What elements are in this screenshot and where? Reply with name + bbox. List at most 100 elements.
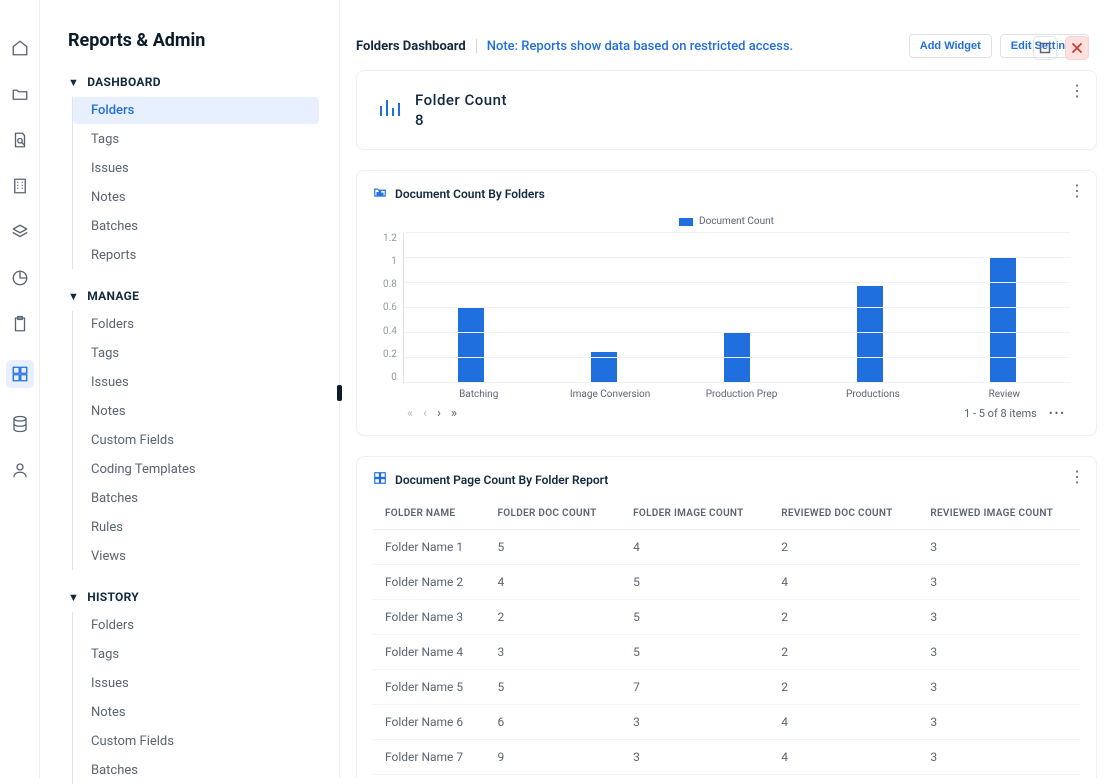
sidebar-item-folders[interactable]: Folders [73, 311, 319, 338]
table-cell: 4 [769, 565, 918, 600]
table-cell: 7 [621, 670, 769, 705]
sidebar-item-coding-templates[interactable]: Coding Templates [73, 456, 319, 483]
table-cell: 2 [769, 670, 918, 705]
sidebar-item-batches[interactable]: Batches [73, 213, 319, 240]
sidebar-item-notes[interactable]: Notes [73, 699, 319, 726]
x-tick: Production Prep [676, 389, 807, 400]
table-row[interactable]: Folder Name 841123 [373, 775, 1080, 779]
sidebar-item-views[interactable]: Views [73, 543, 319, 570]
chart-y-axis: 1.210.80.60.40.20 [383, 233, 403, 383]
table-cell: 9 [486, 740, 622, 775]
user-icon[interactable] [10, 460, 30, 480]
chart-legend: Document Count [383, 216, 1070, 227]
y-tick: 0.6 [383, 302, 397, 313]
section-header-dashboard[interactable]: ▼DASHBOARD [68, 75, 319, 89]
home-icon[interactable] [10, 38, 30, 58]
grid-icon [373, 471, 387, 488]
table-row[interactable]: Folder Name 55723 [373, 670, 1080, 705]
pager-next-icon[interactable]: › [437, 406, 441, 421]
sidebar-item-tags[interactable]: Tags [73, 126, 319, 153]
table-cell: Folder Name 2 [373, 565, 486, 600]
card-menu-icon[interactable]: ⋮ [1069, 181, 1084, 200]
pager-first-icon[interactable]: « [407, 406, 413, 421]
table-cell: 4 [486, 775, 622, 779]
table-cell: 4 [769, 705, 918, 740]
pie-icon[interactable] [10, 268, 30, 288]
chart-x-axis: BatchingImage ConversionProduction PrepP… [413, 383, 1070, 400]
table-cell: Folder Name 4 [373, 635, 486, 670]
bar-production-prep[interactable] [670, 233, 803, 383]
table-cell: 3 [918, 530, 1080, 565]
sidebar-item-tags[interactable]: Tags [73, 340, 319, 367]
table-cell: 11 [621, 775, 769, 779]
x-tick: Productions [807, 389, 938, 400]
table-cell: 3 [918, 670, 1080, 705]
close-button[interactable] [1065, 36, 1089, 60]
table-row[interactable]: Folder Name 79343 [373, 740, 1080, 775]
divider [476, 39, 477, 53]
table-row[interactable]: Folder Name 32523 [373, 600, 1080, 635]
kpi-value: 8 [415, 111, 507, 129]
bar-productions[interactable] [804, 233, 937, 383]
building-icon[interactable] [10, 176, 30, 196]
sidebar-item-issues[interactable]: Issues [73, 369, 319, 396]
col-folder-image-count[interactable]: FOLDER IMAGE COUNT [621, 498, 769, 530]
maximize-button[interactable] [1033, 36, 1057, 60]
sidebar-item-issues[interactable]: Issues [73, 670, 319, 697]
sidebar-item-batches[interactable]: Batches [73, 485, 319, 512]
table-cell: 5 [621, 635, 769, 670]
table-cell: 2 [769, 600, 918, 635]
section-header-history[interactable]: ▼HISTORY [68, 590, 319, 604]
col-folder-doc-count[interactable]: FOLDER DOC COUNT [486, 498, 622, 530]
table-cell: 4 [621, 530, 769, 565]
table-row[interactable]: Folder Name 15423 [373, 530, 1080, 565]
bar-batching[interactable] [404, 233, 537, 383]
table-cell: 3 [918, 775, 1080, 779]
database-icon[interactable] [10, 414, 30, 434]
sidebar-item-folders[interactable]: Folders [73, 612, 319, 639]
bar-image-conversion[interactable] [537, 233, 670, 383]
card-menu-icon[interactable]: ⋮ [1069, 81, 1084, 100]
pager-more-icon[interactable]: ••• [1049, 407, 1066, 420]
sidebar-item-notes[interactable]: Notes [73, 398, 319, 425]
sidebar-resize-handle[interactable] [337, 385, 342, 401]
col-reviewed-doc-count[interactable]: REVIEWED DOC COUNT [769, 498, 918, 530]
bar-review[interactable] [937, 233, 1070, 383]
col-folder-name[interactable]: FOLDER NAME [373, 498, 486, 530]
table-cell: 4 [769, 740, 918, 775]
sidebar-item-issues[interactable]: Issues [73, 155, 319, 182]
caret-down-icon: ▼ [68, 76, 79, 89]
table-cell: 3 [918, 565, 1080, 600]
table-cell: 5 [486, 670, 622, 705]
pager-last-icon[interactable]: » [451, 406, 457, 421]
sidebar-item-custom-fields[interactable]: Custom Fields [73, 427, 319, 454]
pager-prev-icon[interactable]: ‹ [423, 406, 427, 421]
sidebar-item-notes[interactable]: Notes [73, 184, 319, 211]
section-label: MANAGE [87, 289, 139, 303]
y-tick: 0.4 [383, 326, 397, 337]
col-reviewed-image-count[interactable]: REVIEWED IMAGE COUNT [918, 498, 1080, 530]
sidebar-item-tags[interactable]: Tags [73, 641, 319, 668]
table-row[interactable]: Folder Name 24543 [373, 565, 1080, 600]
folder-report-table: FOLDER NAMEFOLDER DOC COUNTFOLDER IMAGE … [373, 498, 1080, 778]
layers-icon[interactable] [10, 222, 30, 242]
table-cell: Folder Name 5 [373, 670, 486, 705]
clipboard-icon[interactable] [10, 314, 30, 334]
y-tick: 0.2 [383, 349, 397, 360]
table-cell: 6 [486, 705, 622, 740]
section-header-manage[interactable]: ▼MANAGE [68, 289, 319, 303]
sidebar-item-rules[interactable]: Rules [73, 514, 319, 541]
add-widget-button[interactable]: Add Widget [909, 34, 992, 58]
dashboard-icon[interactable] [6, 360, 34, 388]
sidebar-item-custom-fields[interactable]: Custom Fields [73, 728, 319, 755]
sidebar-item-batches[interactable]: Batches [73, 757, 319, 784]
table-row[interactable]: Folder Name 66343 [373, 705, 1080, 740]
sidebar-item-folders[interactable]: Folders [73, 97, 319, 124]
card-menu-icon[interactable]: ⋮ [1069, 467, 1084, 486]
search-file-icon[interactable] [10, 130, 30, 150]
table-cell: 2 [769, 530, 918, 565]
table-row[interactable]: Folder Name 43523 [373, 635, 1080, 670]
sidebar-item-reports[interactable]: Reports [73, 242, 319, 269]
folder-icon[interactable] [10, 84, 30, 104]
kpi-label: Folder Count [415, 91, 507, 109]
